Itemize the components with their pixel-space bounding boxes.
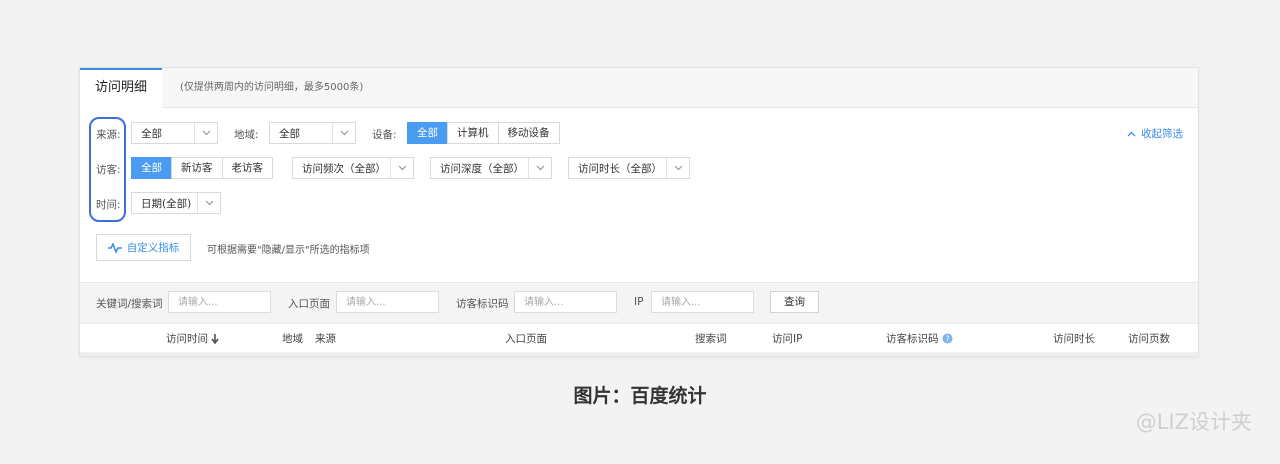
source-select-value: 全部	[141, 127, 162, 140]
column-page-count: 访问页数	[1128, 333, 1170, 345]
tab-visit-detail[interactable]: 访问明细	[80, 68, 162, 108]
visitor-option-all[interactable]: 全部	[131, 157, 172, 179]
column-visitor-id-label: 访客标识码	[886, 333, 939, 345]
entry-page-label: 入口页面	[288, 298, 330, 310]
tab-note: (仅提供两周内的访问明细，最多5000条)	[180, 82, 364, 93]
region-select[interactable]: 全部	[269, 122, 356, 144]
pulse-icon	[107, 242, 122, 253]
chevron-down-icon	[666, 158, 689, 178]
device-option-all[interactable]: 全部	[407, 122, 448, 144]
custom-metrics-label: 自定义指标	[126, 242, 180, 254]
duration-select-value: 访问时长（全部）	[578, 162, 662, 175]
keyword-input[interactable]	[168, 291, 271, 313]
query-button[interactable]: 查询	[770, 291, 819, 313]
depth-select[interactable]: 访问深度（全部）	[430, 157, 552, 179]
image-caption: 图片：百度统计	[573, 385, 707, 407]
chevron-down-icon	[528, 158, 551, 178]
chevron-down-icon	[332, 123, 355, 143]
region-select-value: 全部	[279, 127, 300, 140]
device-option-computer[interactable]: 计算机	[447, 122, 499, 144]
svg-text:?: ?	[945, 335, 949, 344]
visitor-id-label: 访客标识码	[456, 298, 509, 310]
collapse-filters-link[interactable]: 收起筛选	[1127, 126, 1183, 141]
watermark: @LIZ设计夹	[1135, 410, 1252, 434]
visitor-id-input[interactable]	[514, 291, 617, 313]
column-visit-duration: 访问时长	[1053, 333, 1095, 345]
device-segmented: 全部 计算机 移动设备	[407, 122, 560, 144]
table-body-strip	[80, 352, 1198, 356]
column-source: 来源	[315, 333, 336, 345]
tab-bar: 访问明细 (仅提供两周内的访问明细，最多5000条)	[80, 68, 1198, 108]
time-select-value: 日期(全部)	[141, 197, 192, 210]
depth-select-value: 访问深度（全部）	[440, 162, 524, 175]
ip-input[interactable]	[651, 291, 754, 313]
column-search-term: 搜索词	[695, 333, 727, 345]
collapse-filters-label: 收起筛选	[1141, 128, 1183, 140]
frequency-select-value: 访问频次（全部）	[302, 162, 386, 175]
chevron-up-icon	[1127, 131, 1136, 136]
chevron-down-icon	[194, 123, 217, 143]
chevron-down-icon	[390, 158, 413, 178]
column-entry-page: 入口页面	[505, 333, 547, 345]
time-select[interactable]: 日期(全部)	[131, 192, 221, 214]
duration-select[interactable]: 访问时长（全部）	[568, 157, 690, 179]
column-visitor-id: 访客标识码 ?	[886, 331, 953, 346]
column-region: 地域	[282, 333, 303, 345]
device-option-mobile[interactable]: 移动设备	[497, 122, 560, 144]
visitor-segmented: 全部 新访客 老访客	[131, 157, 273, 179]
frequency-select[interactable]: 访问频次（全部）	[292, 157, 414, 179]
custom-metrics-hint: 可根据需要"隐藏/显示"所选的指标项	[207, 245, 370, 256]
table-header	[80, 323, 1198, 354]
keyword-label: 关键词/搜索词	[96, 298, 163, 310]
custom-metrics-button[interactable]: 自定义指标	[96, 234, 191, 261]
chevron-down-icon	[197, 193, 220, 213]
device-label: 设备:	[372, 129, 397, 141]
column-visit-time[interactable]: 访问时间	[166, 331, 219, 346]
sort-down-icon	[211, 333, 219, 344]
column-visit-time-label: 访问时间	[166, 333, 208, 345]
region-label: 地域:	[234, 129, 259, 141]
column-visit-ip: 访问IP	[772, 333, 803, 345]
visitor-option-returning[interactable]: 老访客	[221, 157, 273, 179]
help-icon[interactable]: ?	[942, 333, 953, 344]
ip-label: IP	[634, 296, 644, 308]
visitor-option-new[interactable]: 新访客	[171, 157, 223, 179]
label-highlight-outline	[89, 117, 126, 222]
source-select[interactable]: 全部	[131, 122, 218, 144]
entry-page-input[interactable]	[336, 291, 439, 313]
